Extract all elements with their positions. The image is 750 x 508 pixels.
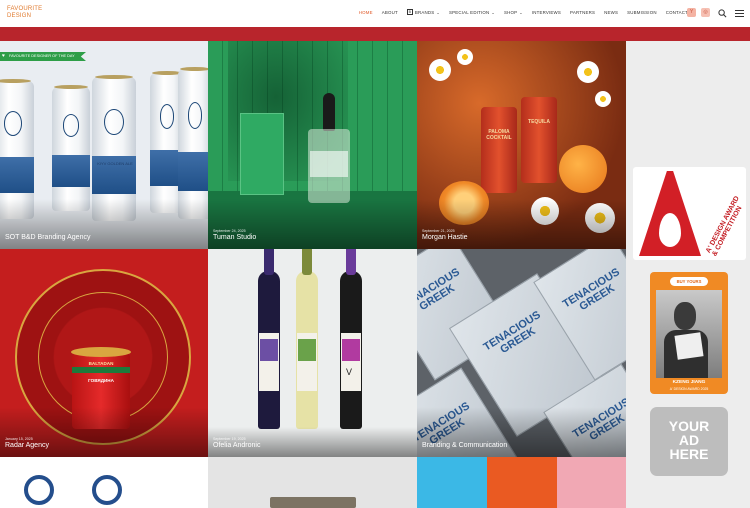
chevron-down-icon: ⌄ — [519, 9, 523, 15]
buy-yours-banner[interactable]: BUY YOURS KZENG JIANG A' DESIGN AWARD 20… — [650, 272, 728, 394]
nav-special-edition[interactable]: SPECIAL EDITION ⌄ — [449, 10, 495, 15]
designer-name: KZENG JIANG — [672, 380, 706, 385]
your-ad-here-banner[interactable]: YOUR AD HERE — [650, 407, 728, 476]
featured-grid: KIYV GOLDEN ALE ♥ FAVOURITE DESIGNER OF T… — [0, 41, 626, 508]
accent-bar — [0, 27, 750, 41]
tile-caption: September 19, 2025 Ofelia Andronic — [213, 437, 260, 450]
featured-tile-partial[interactable] — [208, 457, 417, 508]
chevron-down-icon: ⌄ — [491, 9, 495, 15]
beer-can-image — [178, 67, 208, 219]
tile-caption: January 15, 2025 Radar Agency — [5, 437, 49, 450]
tile-caption: SOT B&D Branding Agency — [5, 234, 90, 242]
featured-tile-tuman[interactable]: September 24, 2025 Tuman Studio — [208, 41, 417, 249]
wine-label-letter: V — [346, 367, 353, 377]
hamburger-menu-icon[interactable] — [735, 10, 744, 17]
tile-date: September 19, 2025 — [213, 437, 246, 441]
tile-caption: September 21, 2025 Morgan Hastie — [422, 229, 468, 242]
featured-tile-morgan[interactable]: PALOMA COCKTAIL TEQUILA September 21, 20… — [417, 41, 626, 249]
nav-home[interactable]: HOME — [359, 10, 373, 15]
tile-date: September 24, 2025 — [213, 229, 246, 233]
cocktail-can-image: PALOMA COCKTAIL — [481, 107, 517, 193]
tile-designer-name[interactable]: Radar Agency — [5, 442, 49, 450]
tile-designer-name[interactable]: Tuman Studio — [213, 234, 256, 242]
wine-bottle-image — [258, 249, 280, 429]
wine-bottle-image — [340, 249, 362, 429]
featured-tile-tenacious-greek[interactable]: TENACIOUS GREEK TENACIOUS GREEK TENACIOU… — [417, 249, 626, 457]
tile-date: January 15, 2025 — [5, 437, 33, 441]
logo-line-1: FAVOURITE — [7, 6, 43, 12]
favourite-designer-badge: ♥ FAVOURITE DESIGNER OF THE DAY — [0, 52, 86, 61]
nav-shop[interactable]: SHOP ⌄ — [504, 10, 523, 15]
nav-brands[interactable]: B BRANDS ⌄ — [406, 9, 440, 15]
instagram-icon[interactable]: ◎ — [701, 8, 710, 17]
site-logo[interactable]: FAVOURITE DESIGN — [7, 6, 43, 24]
nav-partners[interactable]: PARTNERS — [570, 10, 595, 15]
nav-submission[interactable]: SUBMISSION — [627, 10, 657, 15]
social-links: Y ◎ — [687, 8, 710, 17]
main-nav: HOME ABOUT B BRANDS ⌄ SPECIAL EDITION ⌄ SHO… — [359, 9, 688, 15]
tile-designer-name[interactable]: Branding & Communication — [422, 442, 507, 450]
award-year: A' DESIGN AWARD 2025 — [669, 387, 709, 391]
can-brand-text: KIYV GOLDEN ALE — [97, 161, 133, 166]
chevron-down-icon: ⌄ — [436, 9, 440, 15]
wine-bottle-image — [296, 249, 318, 429]
tile-designer-name[interactable]: Ofelia Andronic — [213, 442, 260, 450]
cocktail-can-image: TEQUILA — [521, 97, 557, 183]
tile-date: September 21, 2025 — [422, 229, 455, 233]
featured-tile-partial[interactable] — [417, 457, 626, 508]
featured-tile-ofelia[interactable]: V September 19, 2025 Ofelia Andronic — [208, 249, 417, 457]
nav-news[interactable]: NEWS — [604, 10, 618, 15]
tile-caption: September 24, 2025 Tuman Studio — [213, 229, 256, 242]
featured-tile-sot[interactable]: KIYV GOLDEN ALE ♥ FAVOURITE DESIGNER OF T… — [0, 41, 208, 249]
sidebar: A' DESIGN AWARD & COMPETITION BUY YOURS … — [626, 41, 750, 508]
buy-yours-button[interactable]: BUY YOURS — [670, 277, 708, 286]
heart-icon: ♥ — [2, 53, 5, 59]
brands-box-icon: B — [406, 9, 413, 15]
design-award-banner[interactable]: A' DESIGN AWARD & COMPETITION — [633, 167, 746, 260]
dropper-bottle-image — [323, 93, 335, 131]
tile-caption: Branding & Communication — [422, 442, 507, 450]
top-navigation-bar: FAVOURITE DESIGN HOME ABOUT B BRANDS ⌄ SPE… — [0, 0, 750, 28]
beer-can-image — [52, 85, 90, 211]
product-box-image — [240, 113, 284, 195]
featured-tile-radar[interactable]: BALTADAN ГОВЯДИНА January 15, 2025 Radar… — [0, 249, 208, 457]
tile-designer-name[interactable]: SOT B&D Branding Agency — [5, 234, 90, 242]
youtube-icon[interactable]: Y — [687, 8, 696, 17]
tile-designer-name[interactable]: Morgan Hastie — [422, 234, 468, 242]
nav-about[interactable]: ABOUT — [382, 10, 398, 15]
search-icon[interactable] — [718, 9, 727, 18]
page: FAVOURITE DESIGN HOME ABOUT B BRANDS ⌄ SPE… — [0, 0, 750, 508]
featured-tile-partial[interactable] — [0, 457, 208, 508]
logo-line-2: DESIGN — [7, 13, 32, 19]
nav-contact[interactable]: CONTACT — [666, 10, 688, 15]
nav-interviews[interactable]: INTERVIEWS — [532, 10, 561, 15]
award-text: A' DESIGN AWARD & COMPETITION — [705, 195, 744, 258]
